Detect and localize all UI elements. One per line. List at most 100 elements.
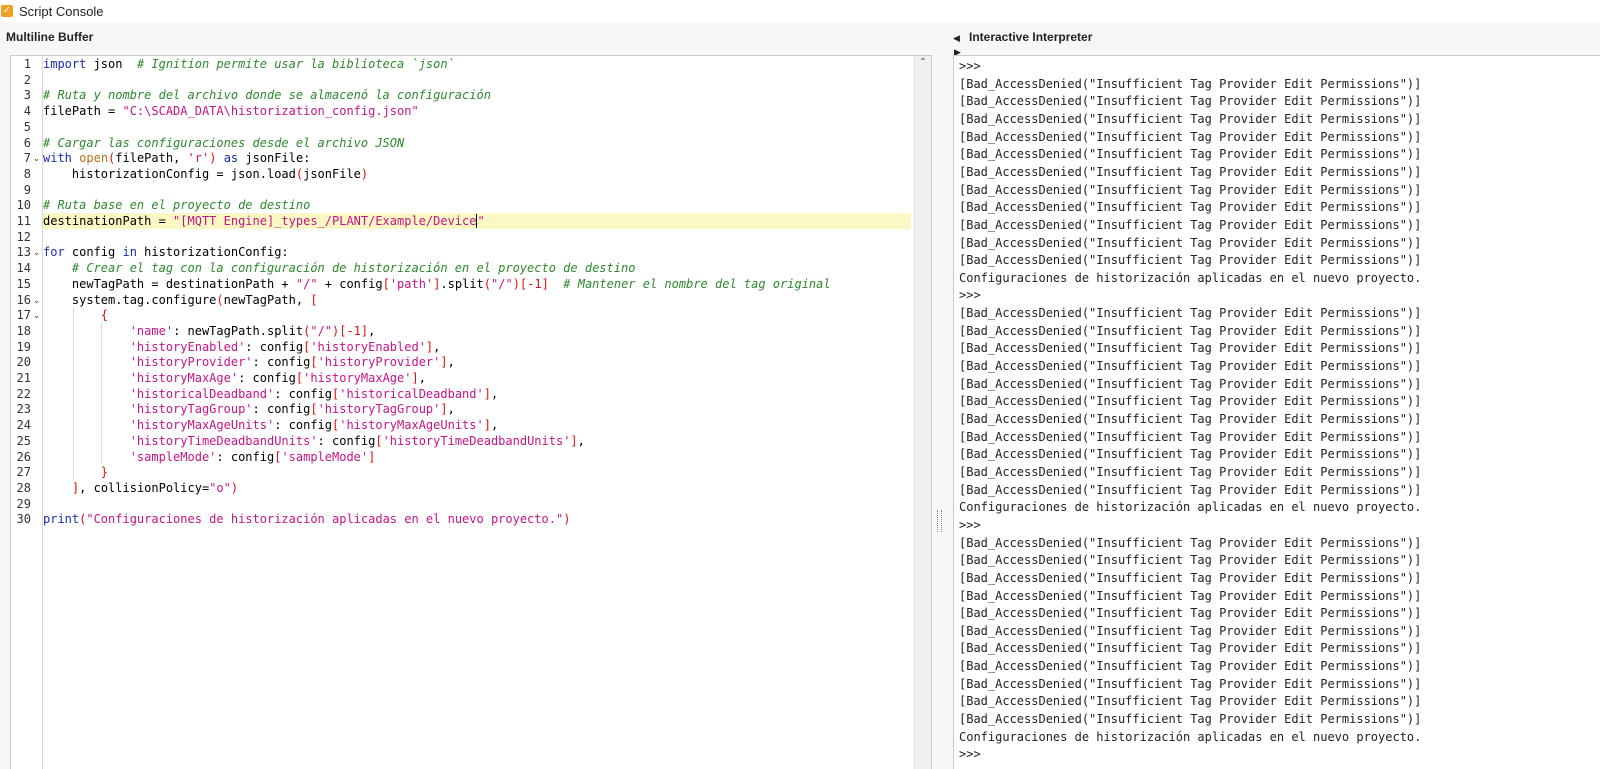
indent-guide — [73, 307, 74, 480]
code-line[interactable]: for config in historizationConfig: — [43, 244, 911, 260]
code-line[interactable]: # Crear el tag con la configuración de h… — [43, 260, 911, 276]
line-number: 1 — [23, 57, 31, 71]
triangle-left-icon[interactable]: ◀ — [953, 34, 960, 43]
code-line[interactable] — [43, 119, 911, 135]
line-number: 2 — [23, 72, 31, 87]
code-line[interactable]: 'sampleMode': config['sampleMode'] — [43, 449, 911, 465]
splitter-grip[interactable] — [937, 510, 942, 532]
code-line[interactable]: with open(filePath, 'r') as jsonFile: — [43, 150, 911, 166]
line-number: 26 — [16, 449, 31, 464]
code-line[interactable]: # Ruta base en el proyecto de destino — [43, 197, 911, 213]
code-line[interactable]: print("Configuraciones de historización … — [43, 511, 911, 527]
output-line: [Bad_AccessDenied("Insufficient Tag Prov… — [959, 111, 1422, 126]
code-line[interactable]: historizationConfig = json.load(jsonFile… — [43, 166, 911, 182]
output-line: [Bad_AccessDenied("Insufficient Tag Prov… — [959, 394, 1422, 409]
output-line: [Bad_AccessDenied("Insufficient Tag Prov… — [959, 623, 1422, 638]
prompt-line: >>> — [959, 747, 981, 762]
line-number: 11 — [16, 214, 31, 228]
code-line[interactable]: { — [43, 307, 911, 323]
output-line: [Bad_AccessDenied("Insufficient Tag Prov… — [959, 129, 1422, 144]
line-number: 29 — [16, 496, 31, 511]
line-number: 17 — [16, 308, 31, 323]
output-line: [Bad_AccessDenied("Insufficient Tag Prov… — [959, 253, 1422, 268]
output-line: [Bad_AccessDenied("Insufficient Tag Prov… — [959, 464, 1422, 479]
prompt-line: >>> — [959, 59, 981, 73]
code-line[interactable]: 'historicalDeadband': config['historical… — [43, 386, 911, 402]
line-number: 15 — [16, 276, 31, 291]
code-line[interactable]: 'historyEnabled': config['historyEnabled… — [43, 339, 911, 355]
code-line[interactable]: newTagPath = destinationPath + "/" + con… — [43, 276, 911, 292]
code-line[interactable]: # Ruta y nombre del archivo donde se alm… — [43, 87, 911, 103]
line-number: 18 — [16, 323, 31, 338]
fold-chevron-icon[interactable]: ⌄ — [32, 292, 41, 308]
multiline-buffer-editor[interactable]: 1 2 3 4 5 6 7 ⌄ 8 9 10 11 12 13 ⌄ 14 15 16 ⌄ 17 ⌄ 18 19 20 21 22 2… — [10, 55, 932, 769]
code-line[interactable]: 'historyMaxAgeUnits': config['historyMax… — [43, 417, 911, 433]
output-line: [Bad_AccessDenied("Insufficient Tag Prov… — [959, 376, 1422, 391]
output-line: [Bad_AccessDenied("Insufficient Tag Prov… — [959, 429, 1422, 444]
output-line: [Bad_AccessDenied("Insufficient Tag Prov… — [959, 217, 1422, 232]
code-area[interactable]: import json # Ignition permite usar la b… — [43, 56, 913, 769]
code-line[interactable]: filePath = "C:\SCADA_DATA\historization_… — [43, 103, 911, 119]
fold-chevron-icon[interactable]: ⌄ — [32, 150, 41, 166]
code-line[interactable]: system.tag.configure(newTagPath, [ — [43, 292, 911, 308]
code-line[interactable]: 'historyMaxAge': config['historyMaxAge']… — [43, 370, 911, 386]
line-number: 4 — [23, 104, 31, 119]
output-line: [Bad_AccessDenied("Insufficient Tag Prov… — [959, 359, 1422, 374]
prompt-line: >>> — [959, 288, 981, 303]
line-number: 10 — [16, 198, 31, 213]
output-line: [Bad_AccessDenied("Insufficient Tag Prov… — [959, 341, 1422, 356]
output-line: [Bad_AccessDenied("Insufficient Tag Prov… — [959, 482, 1422, 497]
code-line[interactable]: import json # Ignition permite usar la b… — [43, 56, 911, 72]
line-number: 22 — [16, 386, 31, 401]
output-line: [Bad_AccessDenied("Insufficient Tag Prov… — [959, 447, 1422, 462]
output-line: [Bad_AccessDenied("Insufficient Tag Prov… — [959, 553, 1422, 568]
prompt-line: >>> — [959, 517, 981, 532]
code-line[interactable] — [43, 229, 911, 245]
line-number: 30 — [16, 512, 31, 527]
title-bar: ✓ Script Console — [0, 0, 1600, 22]
interactive-interpreter-title: Interactive Interpreter — [969, 30, 1093, 44]
line-number: 13 — [16, 245, 31, 260]
code-line[interactable] — [43, 72, 911, 88]
output-line: [Bad_AccessDenied("Insufficient Tag Prov… — [959, 235, 1422, 250]
code-line[interactable]: # Cargar las configuraciones desde el ar… — [43, 135, 911, 151]
window-title: Script Console — [19, 3, 104, 19]
output-line: [Bad_AccessDenied("Insufficient Tag Prov… — [959, 94, 1422, 109]
script-console-window: ✓ Script Console Multiline Buffer Intera… — [0, 0, 1600, 769]
fold-chevron-icon[interactable]: ⌄ — [32, 307, 41, 323]
code-line[interactable] — [43, 496, 911, 512]
code-line[interactable]: destinationPath = "[MQTT Engine]_types_/… — [43, 213, 911, 229]
output-line: [Bad_AccessDenied("Insufficient Tag Prov… — [959, 200, 1422, 215]
code-line[interactable]: 'historyTagGroup': config['historyTagGro… — [43, 401, 911, 417]
line-number: 28 — [16, 480, 31, 495]
output-line: [Bad_AccessDenied("Insufficient Tag Prov… — [959, 323, 1422, 338]
line-number-gutter: 1 2 3 4 5 6 7 ⌄ 8 9 10 11 12 13 ⌄ 14 15 16 ⌄ 17 ⌄ 18 19 20 21 22 2… — [11, 56, 43, 769]
output-line: [Bad_AccessDenied("Insufficient Tag Prov… — [959, 588, 1422, 603]
output-line: Configuraciones de historización aplicad… — [959, 270, 1422, 285]
code-line[interactable]: 'name': newTagPath.split("/")[-1], — [43, 323, 911, 339]
output-line: [Bad_AccessDenied("Insufficient Tag Prov… — [959, 659, 1422, 674]
line-number: 20 — [16, 355, 31, 370]
app-icon: ✓ — [1, 5, 13, 17]
code-line[interactable]: 'historyProvider': config['historyProvid… — [43, 354, 911, 370]
code-line[interactable]: 'historyTimeDeadbandUnits': config['hist… — [43, 433, 911, 449]
output-line: [Bad_AccessDenied("Insufficient Tag Prov… — [959, 147, 1422, 162]
code-line[interactable] — [43, 182, 911, 198]
chevron-up-icon[interactable]: ⌃ — [918, 58, 928, 68]
interpreter-output[interactable]: >>> [Bad_AccessDenied("Insufficient Tag P… — [953, 55, 1600, 769]
output-line: [Bad_AccessDenied("Insufficient Tag Prov… — [959, 182, 1422, 197]
output-line: [Bad_AccessDenied("Insufficient Tag Prov… — [959, 641, 1422, 656]
output-line: [Bad_AccessDenied("Insufficient Tag Prov… — [959, 164, 1422, 179]
line-number: 6 — [23, 135, 31, 150]
editor-vertical-scrollbar[interactable]: ⌃ — [914, 56, 931, 769]
output-line: [Bad_AccessDenied("Insufficient Tag Prov… — [959, 570, 1422, 585]
line-number: 25 — [16, 433, 31, 448]
output-line: Configuraciones de historización aplicad… — [959, 729, 1422, 744]
line-number: 12 — [16, 229, 31, 244]
code-line[interactable]: ], collisionPolicy="o") — [43, 480, 911, 496]
line-number: 19 — [16, 339, 31, 354]
fold-chevron-icon[interactable]: ⌄ — [32, 244, 41, 260]
code-line[interactable]: } — [43, 464, 911, 480]
line-number: 14 — [16, 261, 31, 276]
line-number: 21 — [16, 371, 31, 385]
